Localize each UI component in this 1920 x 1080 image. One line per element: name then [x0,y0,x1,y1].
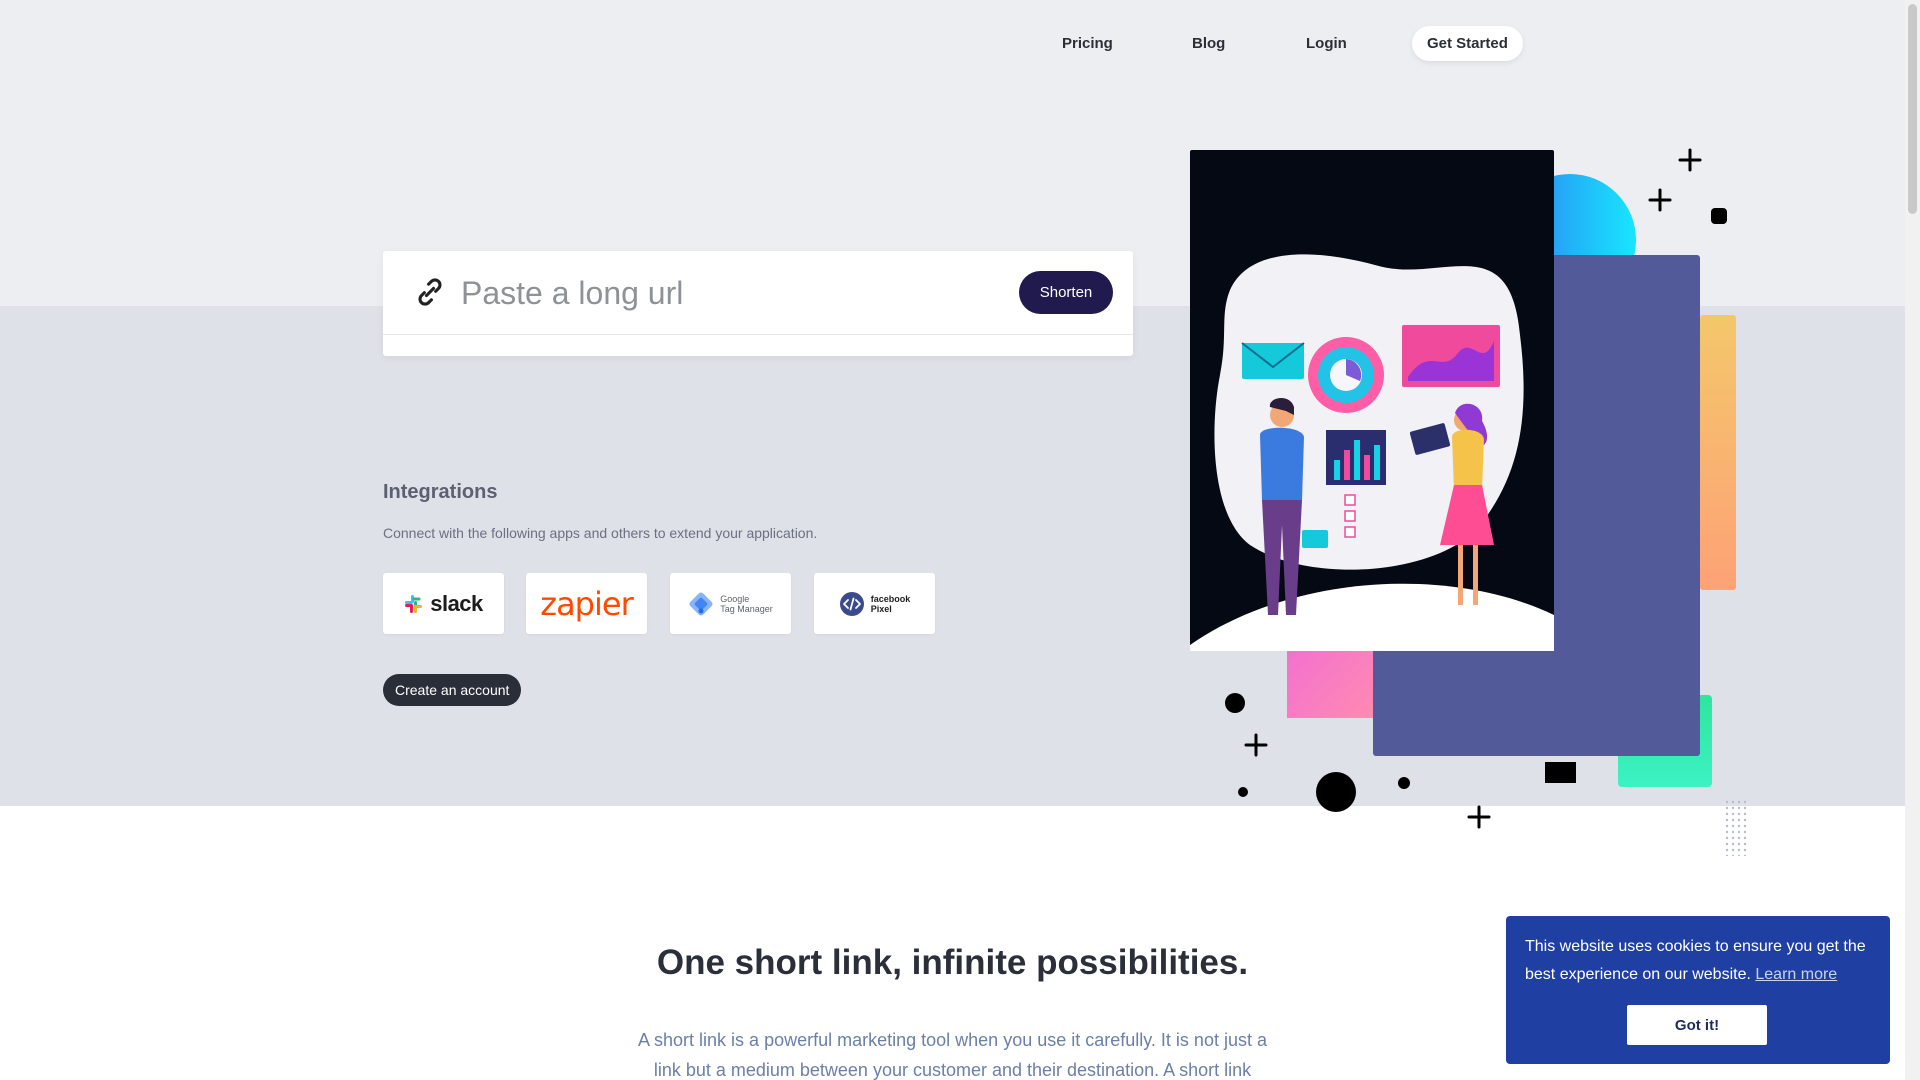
nav-login-link[interactable]: Login [1306,35,1347,52]
fb-logo-line2: Pixel [870,603,892,614]
integrations-heading: Integrations [383,481,498,503]
fb-logo-line1: facebook [870,593,911,604]
slack-logo-text: slack [430,590,483,616]
bar-5 [1374,445,1380,480]
facebook-pixel-integration-card[interactable]: facebook Pixel [814,573,935,634]
google-tag-manager-icon [689,592,713,615]
get-started-button[interactable]: Get Started [1412,26,1523,61]
integrations-description: Connect with the following apps and othe… [383,525,818,541]
decor-orange-bar [1700,315,1736,590]
slack-icon [405,594,423,613]
man-shirt [1260,427,1304,500]
nav-blog-link[interactable]: Blog [1192,35,1225,52]
scrollbar-thumb[interactable] [1908,4,1917,214]
zapier-logo-text: zapier [540,584,633,623]
decor-small-square [1711,208,1727,224]
long-url-input[interactable] [461,269,981,317]
decor-dot-large [1316,772,1356,812]
facebook-pixel-icon [839,591,864,616]
nav-pricing-link[interactable]: Pricing [1062,35,1113,52]
woman-leg-2 [1473,545,1478,605]
decor-dot-3 [1398,777,1410,789]
cookie-banner: This website uses cookies to ensure you … [1506,916,1890,1064]
checkbox-3 [1344,526,1356,538]
gtm-logo-line2: Tag Manager [720,603,773,614]
slack-integration-card[interactable]: slack [383,573,504,634]
create-account-button[interactable]: Create an account [383,674,522,706]
google-tag-manager-integration-card[interactable]: Google Tag Manager [670,573,791,634]
learn-more-link[interactable]: Learn more [1755,966,1837,983]
url-shortener-box: Shorten [383,251,1133,356]
zapier-integration-card[interactable]: zapier [526,573,647,634]
decor-dot-2 [1238,787,1248,797]
cookie-message-container: This website uses cookies to ensure you … [1525,933,1875,989]
link-icon [418,278,442,306]
facebook-pixel-logo-text: facebook Pixel [871,594,911,614]
decor-black-rect [1545,762,1576,783]
gtm-logo-line1: Google [720,593,750,604]
cookie-accept-button[interactable]: Got it! [1627,1005,1767,1045]
bar-3 [1354,440,1360,480]
woman-leg-1 [1458,545,1463,605]
bar-2 [1344,450,1350,480]
checkbox-1 [1344,494,1356,506]
decor-dot-grid [1723,800,1748,856]
shortener-divider [383,334,1133,335]
phone [1302,530,1328,548]
woman-shirt [1452,429,1484,490]
hero-illustration [1190,148,1748,856]
section-paragraph: A short link is a powerful marketing too… [638,1030,1267,1080]
checkbox-2 [1344,510,1356,522]
shorten-button[interactable]: Shorten [1019,271,1113,314]
envelope-card [1242,343,1304,379]
page-scrollbar[interactable] [1905,0,1920,1080]
gtm-logo-text: Google Tag Manager [720,594,773,614]
bar-1 [1334,460,1340,480]
decor-dot-1 [1225,693,1245,713]
bar-4 [1364,455,1370,480]
